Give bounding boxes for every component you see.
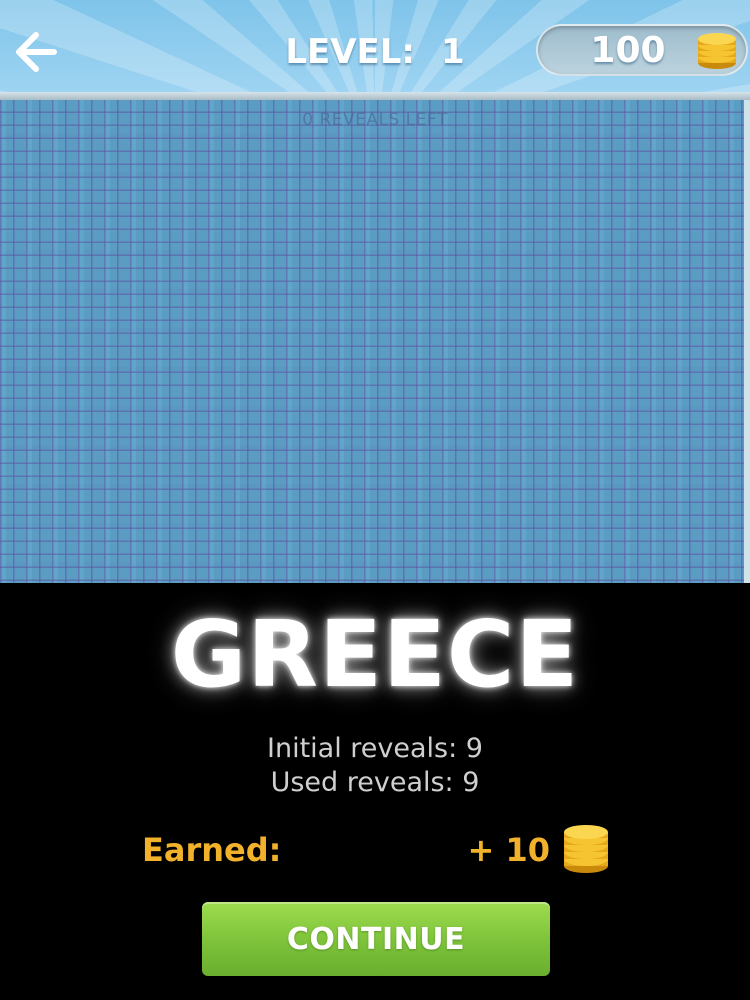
continue-button[interactable]: CONTINUE	[202, 902, 550, 976]
coin-stack-icon	[698, 33, 736, 69]
earned-label: Earned:	[142, 831, 282, 869]
level-label: LEVEL:	[285, 32, 416, 72]
initial-reveals-stat: Initial reveals: 9	[267, 733, 483, 764]
level-number: 1	[441, 32, 465, 72]
mosaic-border	[744, 100, 750, 583]
back-button[interactable]	[10, 26, 66, 78]
reveals-left-counter: 0 REVEALS LEFT	[302, 110, 448, 130]
coin-balance[interactable]: 100	[536, 24, 748, 76]
puzzle-image-tiles	[0, 100, 750, 583]
used-reveals-stat: Used reveals: 9	[270, 767, 480, 798]
arrow-left-icon	[16, 32, 57, 72]
answer-title: GREECE	[170, 601, 580, 708]
coin-stack-icon	[564, 825, 608, 873]
coin-count: 100	[590, 30, 666, 71]
earned-value: + 10	[467, 831, 550, 869]
level-indicator: LEVEL: 1	[230, 26, 520, 78]
header-divider	[0, 92, 750, 100]
